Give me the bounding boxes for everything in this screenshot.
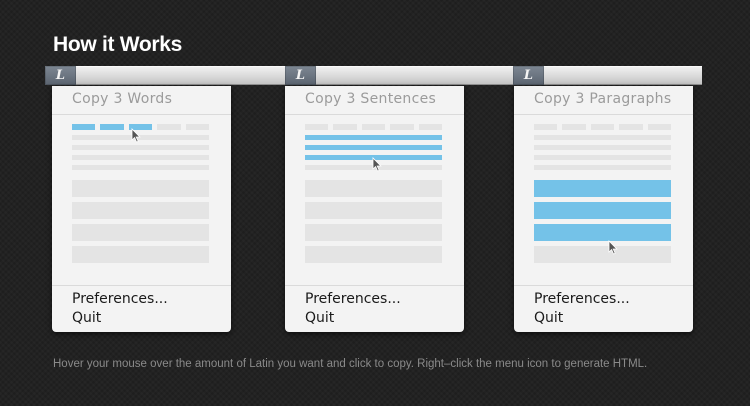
menu-item-copy-words[interactable]: Copy 3 Words [72, 91, 172, 107]
quit-menu-item[interactable]: Quit [534, 310, 563, 326]
word [647, 124, 672, 130]
word [361, 124, 386, 130]
word [562, 124, 586, 130]
word [390, 124, 414, 130]
paragraph-block [72, 224, 209, 241]
menu-separator [514, 285, 693, 286]
highlighted-word [72, 124, 96, 130]
quit-menu-item[interactable]: Quit [72, 310, 101, 326]
paragraph-block [534, 246, 671, 263]
word-row [305, 124, 443, 130]
word [619, 124, 643, 130]
paragraph-block [72, 202, 209, 219]
sentence-line [534, 165, 671, 170]
sentence-line [534, 145, 671, 150]
sentence-line [534, 155, 671, 160]
sentence-line [72, 155, 209, 160]
paragraph-block [72, 246, 209, 263]
menu-item-copy-paragraphs[interactable]: Copy 3 Paragraphs [534, 91, 671, 107]
preferences-menu-item[interactable]: Preferences... [534, 291, 630, 307]
dropdown-menu-paragraphs: Copy 3 Paragraphs Preferences... Quit [514, 86, 693, 332]
page-title: How it Works [53, 33, 183, 56]
menu-separator [52, 114, 231, 115]
paragraph-block [305, 246, 442, 263]
sentence-line [72, 145, 209, 150]
latin-menu-icon[interactable]: L [513, 66, 544, 85]
highlighted-paragraph [534, 180, 671, 197]
quit-menu-item[interactable]: Quit [305, 310, 334, 326]
paragraph-block [72, 180, 209, 197]
latin-preview[interactable] [305, 124, 443, 263]
sentence-line [534, 135, 671, 140]
menu-separator [285, 285, 464, 286]
menu-item-copy-sentences[interactable]: Copy 3 Sentences [305, 91, 436, 107]
paragraph-block [305, 202, 442, 219]
highlighted-sentence [305, 135, 442, 140]
paragraph-block [305, 224, 442, 241]
preferences-menu-item[interactable]: Preferences... [305, 291, 401, 307]
latin-preview[interactable] [72, 124, 210, 263]
latin-preview[interactable] [534, 124, 672, 263]
latin-menu-icon[interactable]: L [45, 66, 76, 85]
mouse-cursor-icon [131, 128, 141, 143]
menu-bar [45, 66, 702, 85]
menu-separator [285, 114, 464, 115]
word [418, 124, 443, 130]
sentence-line [72, 165, 209, 170]
preferences-menu-item[interactable]: Preferences... [72, 291, 168, 307]
instructions-text: Hover your mouse over the amount of Lati… [53, 358, 648, 370]
word [534, 124, 558, 130]
word [305, 124, 329, 130]
highlighted-paragraph [534, 224, 671, 241]
word [185, 124, 210, 130]
highlighted-sentence [305, 145, 442, 150]
highlighted-word [100, 124, 124, 130]
mouse-cursor-icon [372, 157, 382, 172]
latin-menu-icon[interactable]: L [285, 66, 316, 85]
menu-separator [514, 114, 693, 115]
dropdown-menu-words: Copy 3 Words Preferences... Quit [52, 86, 231, 332]
dropdown-menu-sentences: Copy 3 Sentences Preferences... Quit [285, 86, 464, 332]
word [333, 124, 357, 130]
paragraph-block [305, 180, 442, 197]
mouse-cursor-icon [608, 240, 618, 255]
word [590, 124, 615, 130]
menu-separator [52, 285, 231, 286]
word [157, 124, 181, 130]
highlighted-paragraph [534, 202, 671, 219]
word-row [534, 124, 672, 130]
